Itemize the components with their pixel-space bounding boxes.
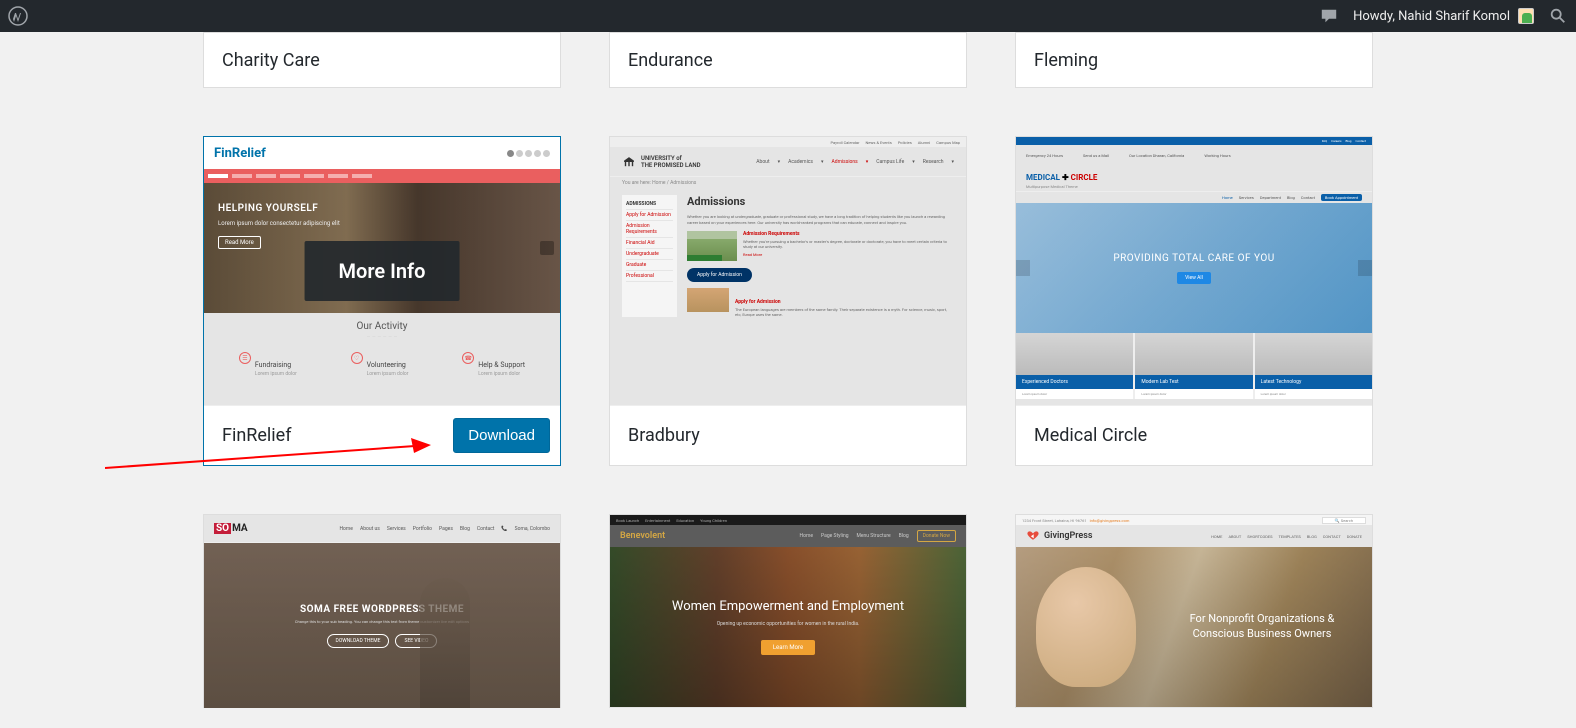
theme-screenshot: 1234 Front Street, Lahaina, HI 96761 inf… bbox=[1016, 515, 1372, 708]
theme-screenshot: FinRelief HELPING YOURSELF Lorem ipsum d… bbox=[204, 137, 560, 405]
theme-screenshot: SOMA HomeAbout usServicesPortfolioPagesB… bbox=[204, 515, 560, 708]
admin-bar: Howdy, Nahid Sharif Komol bbox=[0, 0, 1576, 32]
download-button[interactable]: Download bbox=[453, 418, 550, 453]
shot-hero-btn: Read More bbox=[218, 236, 261, 249]
theme-screenshot: Book LaunchEntertainmentEducationYoung C… bbox=[610, 515, 966, 708]
theme-card[interactable]: Charity Care bbox=[203, 32, 561, 88]
theme-screenshot: FAQCareersBlogContact Emergency 24 Hours… bbox=[1016, 137, 1372, 405]
givingpress-logo: GivingPress bbox=[1026, 530, 1093, 542]
shot-section-title: Our Activity bbox=[204, 321, 560, 332]
theme-card-soma[interactable]: SOMA HomeAbout usServicesPortfolioPagesB… bbox=[203, 514, 561, 708]
theme-title: Charity Care bbox=[222, 50, 320, 71]
theme-title: Fleming bbox=[1034, 50, 1098, 71]
university-logo: UNIVERSITY ofTHE PROMISED LAND bbox=[622, 155, 701, 169]
theme-title: FinRelief bbox=[222, 425, 291, 446]
theme-card[interactable]: Endurance bbox=[609, 32, 967, 88]
social-icons bbox=[507, 150, 550, 157]
shot-logo: FinRelief bbox=[214, 146, 266, 161]
avatar-icon bbox=[1518, 8, 1534, 24]
theme-card-finrelief[interactable]: FinRelief HELPING YOURSELF Lorem ipsum d… bbox=[203, 136, 561, 466]
support-icon: ☎ bbox=[462, 352, 474, 364]
theme-card[interactable]: Fleming bbox=[1015, 32, 1373, 88]
theme-title: Medical Circle bbox=[1034, 425, 1147, 446]
wordpress-logo-icon[interactable] bbox=[8, 6, 28, 26]
search-icon[interactable] bbox=[1548, 6, 1568, 26]
circle-icon: ☰ bbox=[239, 352, 251, 364]
shot-hero-heading: HELPING YOURSELF bbox=[218, 203, 546, 214]
slider-arrow-icon bbox=[540, 241, 554, 255]
soma-logo: SOMA bbox=[214, 523, 248, 534]
user-greeting[interactable]: Howdy, Nahid Sharif Komol bbox=[1353, 8, 1534, 24]
slider-prev-icon bbox=[1016, 260, 1030, 276]
more-info-button[interactable]: More Info bbox=[305, 241, 460, 301]
theme-card-givingpress[interactable]: 1234 Front Street, Lahaina, HI 96761 inf… bbox=[1015, 514, 1373, 708]
theme-screenshot: Payroll CalendarNews & EventsPoliciesAlu… bbox=[610, 137, 966, 405]
theme-card-bradbury[interactable]: Payroll CalendarNews & EventsPoliciesAlu… bbox=[609, 136, 967, 466]
shot-nav bbox=[204, 169, 560, 183]
slider-next-icon bbox=[1358, 260, 1372, 276]
theme-card-benevolent[interactable]: Book LaunchEntertainmentEducationYoung C… bbox=[609, 514, 967, 708]
heart-icon: ♡ bbox=[351, 352, 363, 364]
theme-title: Endurance bbox=[628, 50, 713, 71]
theme-title: Bradbury bbox=[628, 425, 700, 446]
themes-content: Charity Care Endurance Fleming FinRelief… bbox=[0, 32, 1576, 728]
comment-icon[interactable] bbox=[1319, 6, 1339, 26]
theme-card-medical[interactable]: FAQCareersBlogContact Emergency 24 Hours… bbox=[1015, 136, 1373, 466]
greeting-text: Howdy, Nahid Sharif Komol bbox=[1353, 9, 1510, 24]
